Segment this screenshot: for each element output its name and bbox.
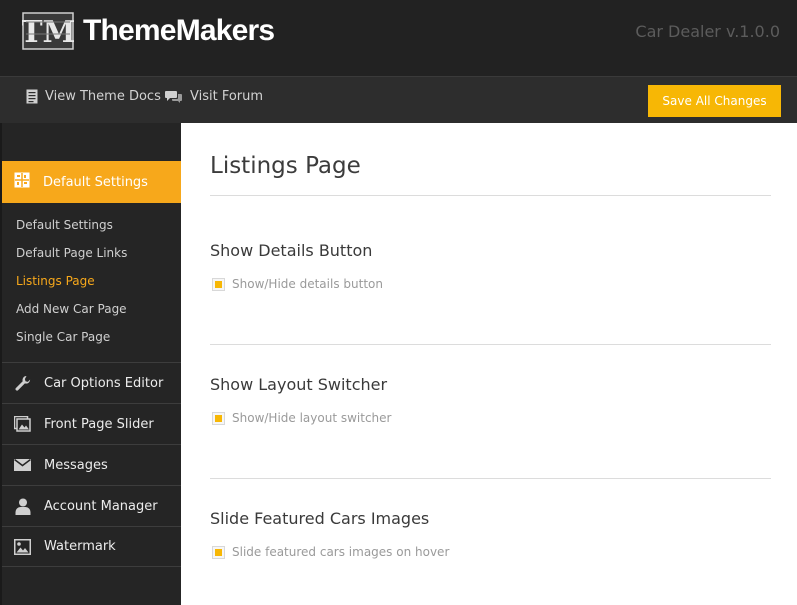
subnav-item-single-car-page[interactable]: Single Car Page	[2, 323, 183, 351]
checkbox-checked-icon[interactable]	[212, 277, 225, 291]
sidebar-item-default-settings[interactable]: Default Settings	[2, 161, 183, 203]
sidebar-item-front-page-slider[interactable]: Front Page Slider	[2, 403, 183, 444]
sidebar-item-label: Front Page Slider	[44, 416, 154, 432]
envelope-icon	[14, 459, 31, 471]
sidebar-item-label: Watermark	[44, 539, 116, 554]
subnav-item-default-page-links[interactable]: Default Page Links	[2, 239, 183, 267]
show-layout-switcher-checkbox[interactable]: Show/Hide layout switcher	[212, 411, 391, 425]
view-theme-docs-label: View Theme Docs	[45, 89, 161, 104]
page-title: Listings Page	[210, 153, 361, 179]
section-title-show-layout-switcher: Show Layout Switcher	[210, 375, 388, 394]
checkbox-label: Show/Hide layout switcher	[232, 411, 392, 425]
sidebar-item-watermark[interactable]: Watermark	[2, 526, 183, 567]
sidebar-item-account-manager[interactable]: Account Manager	[2, 485, 183, 526]
divider	[210, 478, 771, 479]
sidebar-item-label: Car Options Editor	[44, 375, 164, 391]
checkbox-label: Slide featured cars images on hover	[232, 545, 450, 559]
top-header: TM ThemeMakers Car Dealer v.1.0.0	[0, 0, 797, 76]
svg-text:TM: TM	[22, 15, 74, 50]
toolbar: View Theme Docs Visit Forum Save All Cha…	[0, 76, 797, 123]
user-icon	[14, 498, 31, 515]
logo-mark-icon: TM	[20, 12, 76, 50]
version-label: Car Dealer v.1.0.0	[635, 22, 780, 41]
visit-forum-label: Visit Forum	[190, 89, 264, 104]
sidebar-item-label: Account Manager	[44, 498, 158, 514]
sidebar-item-label: Messages	[44, 457, 108, 473]
main-content: Listings Page Show Details Button Show/H…	[181, 123, 797, 605]
subnav-item-add-new-car-page[interactable]: Add New Car Page	[2, 295, 183, 323]
brand-name: ThemeMakers	[83, 14, 275, 47]
section-title-slide-featured-cars-images: Slide Featured Cars Images	[210, 509, 430, 528]
checkbox-label: Show/Hide details button	[232, 277, 383, 291]
sidebar-item-car-options-editor[interactable]: Car Options Editor	[2, 362, 183, 403]
section-title-show-details-button: Show Details Button	[210, 241, 373, 260]
divider	[210, 195, 771, 196]
sidebar-active-label: Default Settings	[43, 174, 148, 190]
subnav-item-default-settings[interactable]: Default Settings	[2, 211, 183, 239]
sidebar: Default Settings Default Settings Defaul…	[0, 123, 183, 605]
view-theme-docs-link[interactable]: View Theme Docs	[26, 89, 161, 104]
divider	[210, 344, 771, 345]
subnav-item-listings-page[interactable]: Listings Page	[2, 267, 183, 295]
document-icon	[26, 89, 38, 104]
visit-forum-link[interactable]: Visit Forum	[165, 89, 263, 104]
subnav: Default Settings Default Page Links List…	[2, 211, 183, 351]
settings-grid-icon	[14, 172, 30, 192]
wrench-icon	[14, 375, 31, 392]
chat-bubbles-icon	[165, 91, 182, 103]
checkbox-checked-icon[interactable]	[212, 545, 225, 559]
slide-featured-cars-images-checkbox[interactable]: Slide featured cars images on hover	[212, 545, 449, 559]
image-gallery-icon	[14, 416, 31, 432]
sidebar-menu: Car Options Editor Front Page Slider Mes…	[2, 362, 183, 567]
sidebar-item-messages[interactable]: Messages	[2, 444, 183, 485]
checkbox-checked-icon[interactable]	[212, 411, 225, 425]
show-details-button-checkbox[interactable]: Show/Hide details button	[212, 277, 383, 291]
save-all-changes-button[interactable]: Save All Changes	[648, 85, 781, 117]
image-icon	[14, 538, 31, 555]
brand-logo[interactable]: TM ThemeMakers	[20, 12, 275, 50]
